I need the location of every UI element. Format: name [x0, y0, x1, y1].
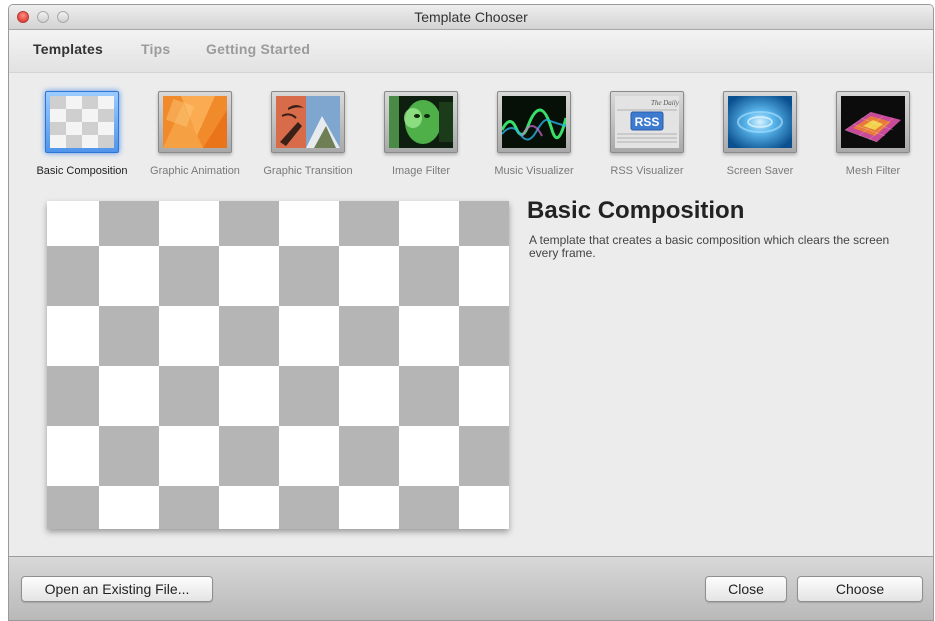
- template-detail-title: Basic Composition: [527, 197, 745, 224]
- thumbnail-frame: [45, 91, 119, 153]
- thumbnail-frame: [723, 91, 797, 153]
- blue-swirl-icon: [728, 96, 792, 148]
- thumbnail-frame: [384, 91, 458, 153]
- template-label: Mesh Filter: [845, 165, 901, 177]
- checkerboard-preview: [47, 201, 509, 529]
- tab-bar: Templates Tips Getting Started: [9, 30, 933, 73]
- rss-masthead: The Daily: [651, 99, 679, 107]
- template-screen-saver[interactable]: Screen Saver: [706, 91, 814, 177]
- choose-button[interactable]: Choose: [797, 576, 923, 602]
- thumbnail-frame: The Daily RSS: [610, 91, 684, 153]
- thumbnail-frame: [836, 91, 910, 153]
- template-music-visualizer[interactable]: Music Visualizer: [480, 91, 588, 177]
- checkerboard-icon: [50, 96, 114, 148]
- audio-wave-icon: [500, 96, 568, 148]
- template-graphic-animation[interactable]: Graphic Animation: [141, 91, 249, 177]
- transition-photo-icon: [276, 96, 340, 148]
- window-title: Template Chooser: [414, 9, 528, 25]
- green-face-icon: [389, 96, 453, 148]
- tab-tips[interactable]: Tips: [141, 41, 170, 57]
- tab-getting-started[interactable]: Getting Started: [206, 41, 310, 57]
- thumbnail-frame: [158, 91, 232, 153]
- template-basic-composition[interactable]: Basic Composition: [28, 91, 136, 177]
- template-label: Image Filter: [391, 165, 451, 177]
- thumbnail-frame: [271, 91, 345, 153]
- template-label: Music Visualizer: [494, 165, 574, 177]
- template-detail-description: A template that creates a basic composit…: [529, 233, 890, 260]
- close-button[interactable]: Close: [705, 576, 787, 602]
- tab-templates[interactable]: Templates: [33, 41, 103, 57]
- template-label: RSS Visualizer: [610, 165, 684, 177]
- template-chooser-window: Template Chooser Templates Tips Getting …: [8, 4, 934, 621]
- template-mesh-filter[interactable]: Mesh Filter: [819, 91, 927, 177]
- rss-newspaper-icon: The Daily RSS: [615, 96, 680, 148]
- orange-shapes-icon: [163, 96, 227, 148]
- title-bar: Template Chooser: [9, 5, 933, 30]
- template-graphic-transition[interactable]: Graphic Transition: [254, 91, 362, 177]
- thumbnail-frame: [497, 91, 571, 153]
- template-rss-visualizer[interactable]: The Daily RSS RSS Visualizer: [593, 91, 701, 177]
- template-label: Graphic Animation: [150, 165, 240, 177]
- mesh-surface-icon: [841, 96, 905, 148]
- rss-badge: RSS: [635, 115, 660, 129]
- template-label: Basic Composition: [36, 165, 128, 177]
- template-preview: [47, 201, 509, 529]
- template-label: Screen Saver: [726, 165, 794, 177]
- template-label: Graphic Transition: [263, 165, 353, 177]
- open-existing-file-button[interactable]: Open an Existing File...: [21, 576, 213, 602]
- template-image-filter[interactable]: Image Filter: [367, 91, 475, 177]
